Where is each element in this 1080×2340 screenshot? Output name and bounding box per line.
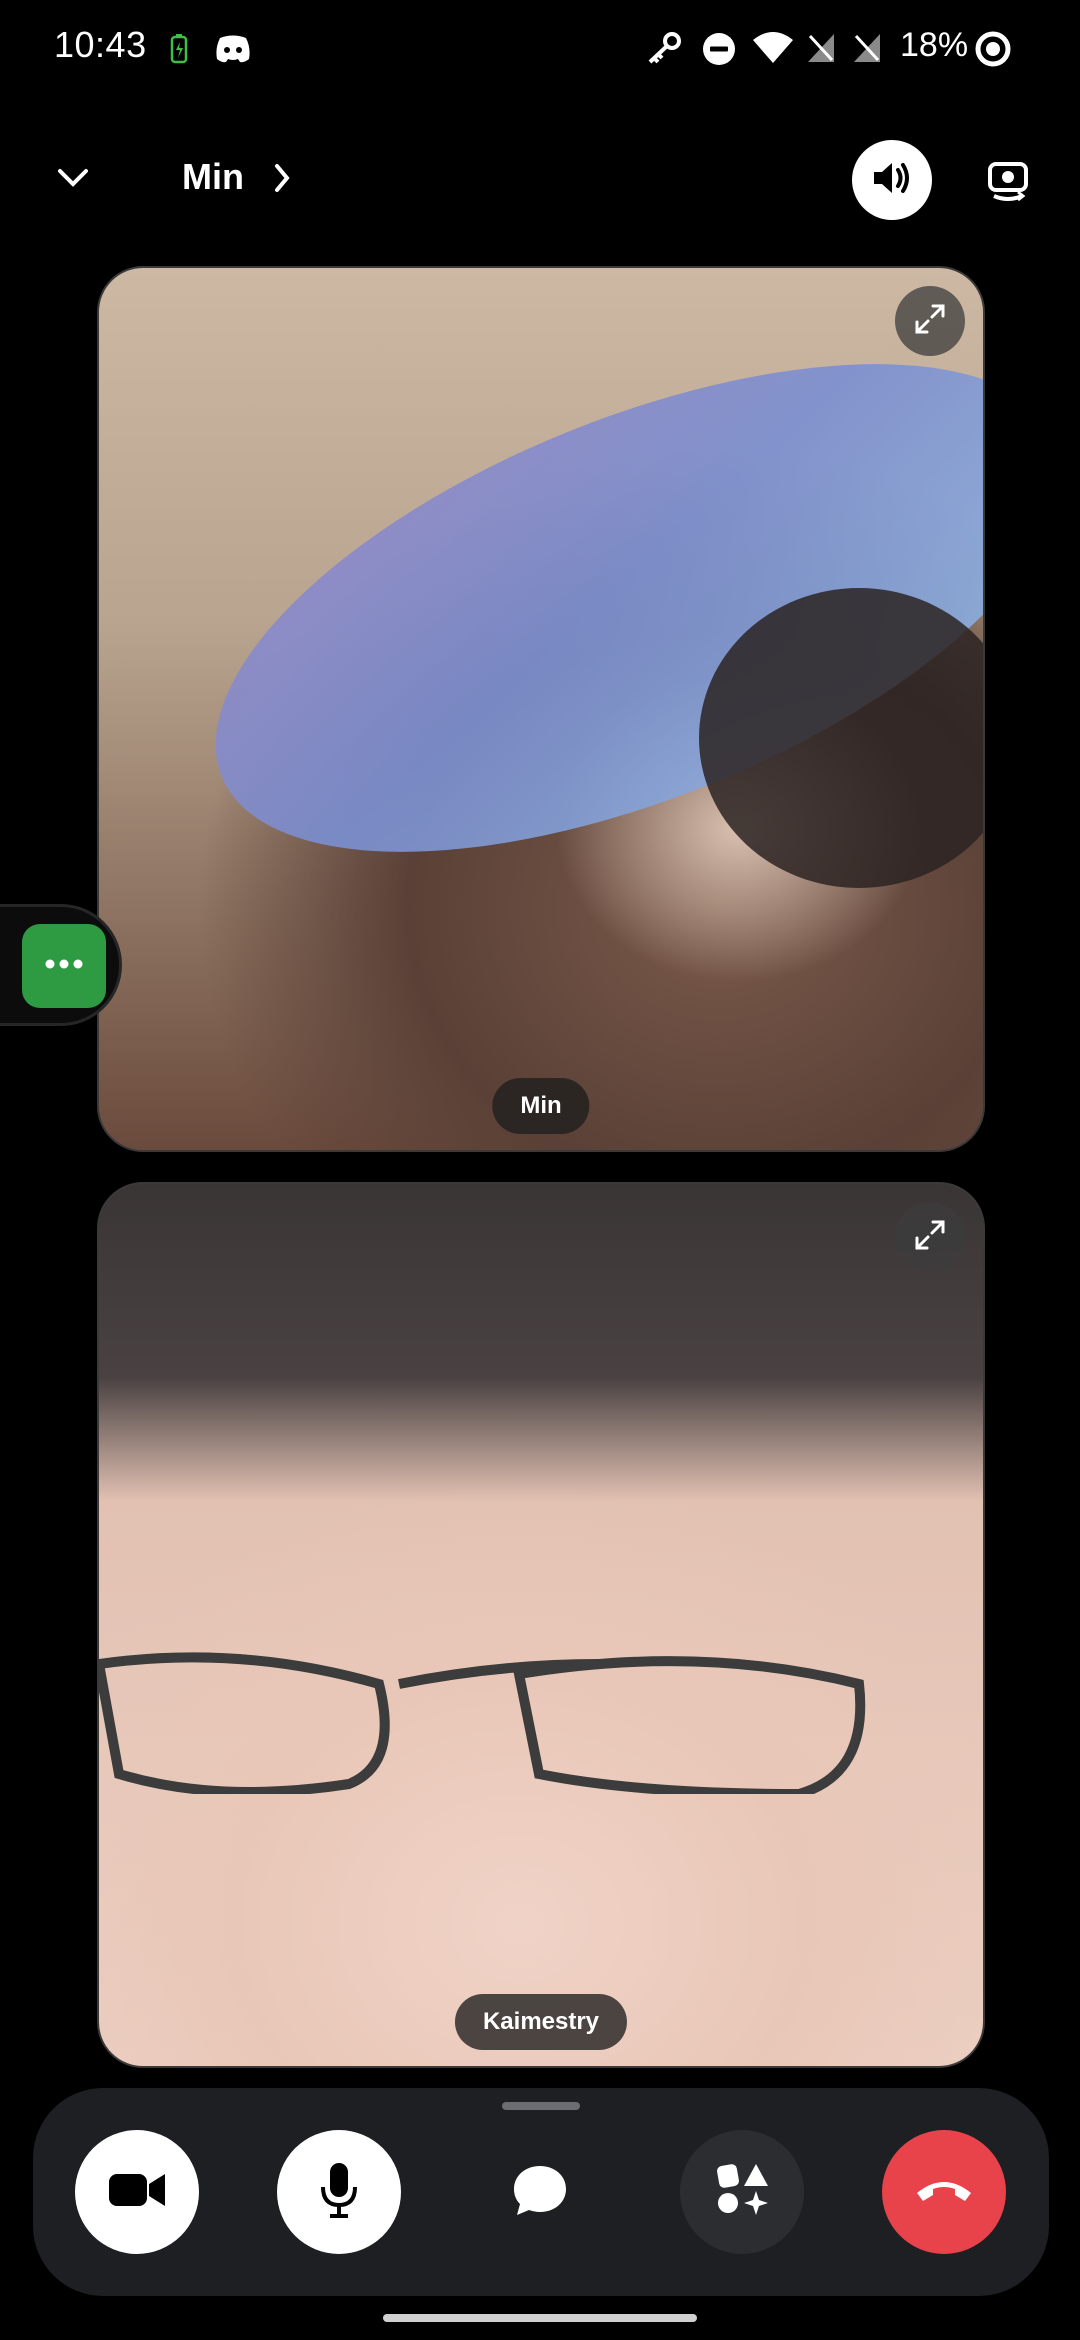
participant-name-label: Min — [492, 1078, 590, 1134]
speaker-icon — [870, 158, 914, 203]
switch-camera-icon[interactable] — [984, 158, 1032, 207]
status-bar: 10:43 18% — [0, 0, 1080, 100]
discord-icon — [214, 34, 252, 69]
expand-icon — [912, 1217, 948, 1258]
drag-handle[interactable] — [502, 2102, 580, 2110]
call-header: Min — [0, 130, 1080, 230]
hang-up-icon — [913, 2175, 975, 2210]
speaker-button[interactable] — [852, 140, 932, 220]
activities-icon — [712, 2161, 772, 2224]
microphone-toggle-button[interactable] — [277, 2130, 401, 2254]
home-indicator[interactable] — [383, 2314, 697, 2322]
call-title[interactable]: Min — [182, 156, 244, 198]
battery-percent: 18% — [900, 26, 969, 64]
battery-charging-icon — [170, 34, 188, 69]
video-feed — [99, 1652, 866, 1794]
chat-button[interactable] — [478, 2130, 602, 2254]
status-time: 10:43 — [54, 24, 147, 65]
wifi-icon — [752, 30, 794, 69]
expand-button[interactable] — [895, 286, 965, 356]
expand-button[interactable] — [895, 1202, 965, 1272]
video-camera-icon — [107, 2168, 167, 2217]
activities-button[interactable] — [680, 2130, 804, 2254]
chevron-down-icon[interactable] — [56, 166, 90, 195]
no-sim-icon — [852, 32, 882, 69]
battery-ring-icon — [974, 30, 1012, 73]
expand-icon — [912, 301, 948, 342]
hang-up-button[interactable] — [882, 2130, 1006, 2254]
video-tile-min[interactable]: Min — [97, 266, 985, 1152]
no-sim-icon — [806, 32, 836, 69]
camera-toggle-button[interactable] — [75, 2130, 199, 2254]
more-dots-icon — [44, 957, 84, 975]
chat-bubble-icon — [512, 2162, 568, 2223]
microphone-icon — [319, 2161, 359, 2224]
key-icon — [646, 32, 682, 71]
do-not-disturb-icon — [702, 32, 736, 71]
participant-name-label: Kaimestry — [454, 1994, 628, 2050]
video-tile-kaimestry[interactable]: Kaimestry — [97, 1182, 985, 2068]
chevron-right-icon[interactable] — [272, 162, 292, 199]
more-options-button[interactable] — [22, 924, 106, 1008]
